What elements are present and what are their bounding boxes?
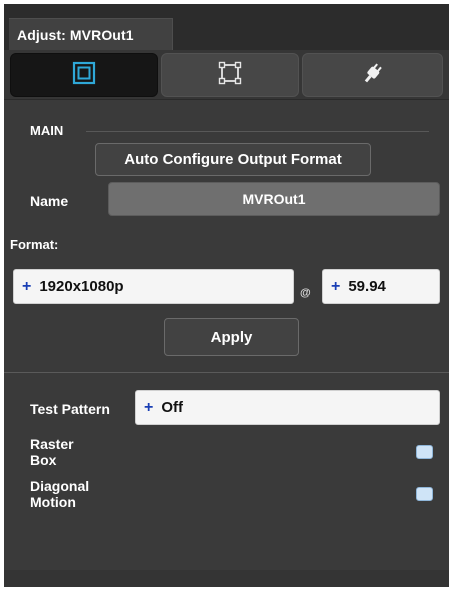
resolution-value: 1920x1080p	[39, 278, 124, 295]
diagonal-motion-label-line1: Diagonal	[30, 478, 90, 494]
raster-box-label: Raster Box	[30, 436, 74, 468]
plus-icon: +	[22, 277, 32, 295]
name-label: Name	[30, 193, 69, 209]
tab-connections[interactable]	[302, 53, 443, 97]
frame-rate-value: 59.94	[348, 278, 386, 295]
raster-box-checkbox[interactable]	[416, 445, 433, 459]
diagonal-motion-label-line2: Motion	[30, 494, 76, 510]
plus-icon: +	[331, 277, 341, 295]
section-divider	[4, 372, 449, 373]
title-bar: Adjust: MVROut1	[4, 4, 449, 50]
section-divider	[86, 131, 429, 132]
plus-icon: +	[144, 398, 154, 416]
adjust-panel: Adjust: MVROut1 MAIN Auto Configure Outp…	[4, 4, 449, 587]
tab-crop[interactable]	[161, 53, 299, 97]
panel-tab-title[interactable]: Adjust: MVROut1	[9, 18, 173, 50]
apply-button[interactable]: Apply	[164, 318, 299, 356]
resolution-select[interactable]: + 1920x1080p	[13, 269, 294, 304]
panel-footer	[4, 570, 449, 587]
at-symbol: @	[300, 287, 311, 299]
format-label: Format:	[10, 237, 59, 252]
tab-main-settings[interactable]	[10, 53, 158, 97]
test-pattern-select[interactable]: + Off	[135, 390, 440, 425]
name-field[interactable]: MVROut1	[108, 182, 440, 216]
plug-icon	[361, 61, 385, 90]
diagonal-motion-label: Diagonal Motion	[30, 478, 89, 510]
auto-configure-button[interactable]: Auto Configure Output Format	[95, 143, 371, 176]
test-pattern-label: Test Pattern	[30, 401, 110, 417]
section-main-label: MAIN	[30, 123, 64, 138]
test-pattern-value: Off	[161, 399, 184, 416]
panel-toolbar	[4, 50, 449, 100]
raster-box-label-line2: Box	[30, 452, 57, 468]
frame-rate-select[interactable]: + 59.94	[322, 269, 440, 304]
diagonal-motion-checkbox[interactable]	[416, 487, 433, 501]
square-frame-icon	[71, 60, 97, 91]
crop-corners-icon	[217, 60, 243, 91]
raster-box-label-line1: Raster	[30, 436, 74, 452]
